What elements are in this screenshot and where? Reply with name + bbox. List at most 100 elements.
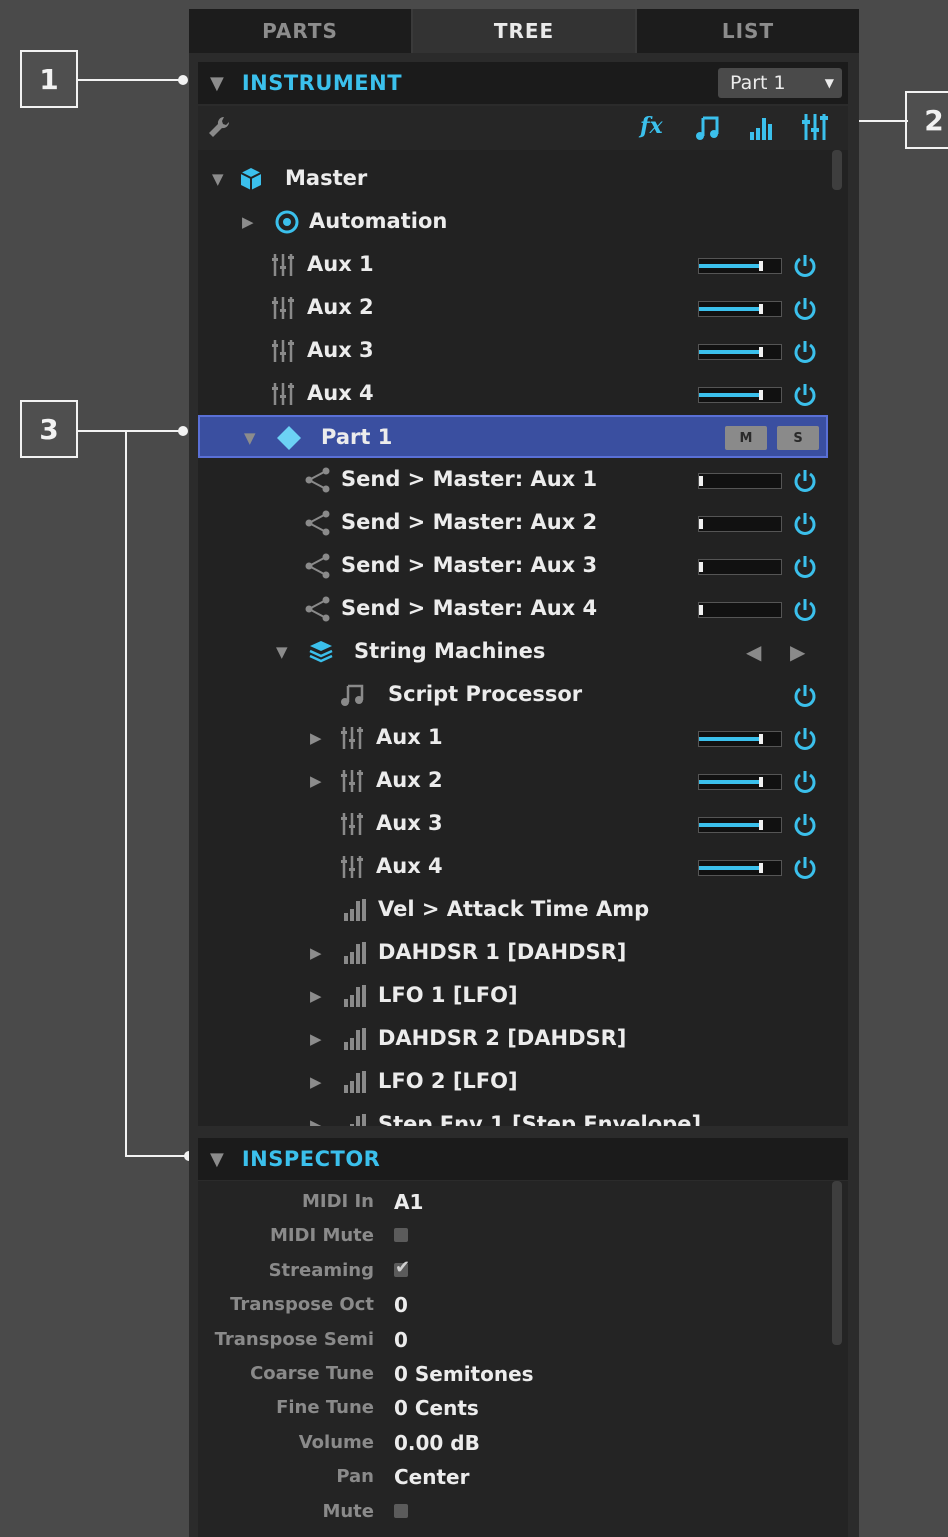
expand-right-icon[interactable]: ▶ <box>310 772 322 790</box>
tree-row-send-1[interactable]: Send > Master: Aux 1 <box>198 459 826 502</box>
expand-down-icon[interactable]: ▼ <box>244 429 256 447</box>
inspector-scrollbar[interactable] <box>832 1181 842 1345</box>
level-slider[interactable] <box>698 258 782 274</box>
tree-row-modulator-3[interactable]: ▶ LFO 1 [LFO] <box>198 975 826 1018</box>
transpose-semi-value[interactable]: 0 <box>394 1328 408 1352</box>
music-note-icon[interactable] <box>695 114 721 142</box>
arrow-left-icon[interactable]: ◀ <box>746 640 761 664</box>
power-icon[interactable] <box>792 339 818 369</box>
level-slider[interactable] <box>698 817 782 833</box>
slider-knob[interactable] <box>758 261 763 271</box>
level-slider[interactable] <box>698 301 782 317</box>
mixer-icon <box>270 381 296 411</box>
tree-row-send-3[interactable]: Send > Master: Aux 3 <box>198 545 826 588</box>
power-icon[interactable] <box>792 812 818 842</box>
slider-knob[interactable] <box>758 347 763 357</box>
level-slider[interactable] <box>698 774 782 790</box>
power-icon[interactable] <box>792 253 818 283</box>
tab-tree[interactable]: TREE <box>413 9 637 53</box>
slider-knob[interactable] <box>699 519 703 529</box>
expand-right-icon[interactable]: ▶ <box>310 1030 322 1048</box>
slider-knob[interactable] <box>699 605 703 615</box>
tree-row-master-aux-2[interactable]: Aux 2 <box>198 287 826 330</box>
power-icon[interactable] <box>792 726 818 756</box>
tree-row-modulator-1[interactable]: Vel > Attack Time Amp <box>198 889 826 932</box>
expand-right-icon[interactable]: ▶ <box>310 729 322 747</box>
tree-row-part-1[interactable]: ▼ Part 1 MS <box>198 415 828 458</box>
slider-knob[interactable] <box>758 390 763 400</box>
power-icon[interactable] <box>792 468 818 498</box>
level-slider[interactable] <box>698 516 782 532</box>
slider-knob[interactable] <box>699 476 703 486</box>
level-slider[interactable] <box>698 602 782 618</box>
slider-knob[interactable] <box>758 820 763 830</box>
level-slider[interactable] <box>698 344 782 360</box>
tree-row-modulator-4[interactable]: ▶ DAHDSR 2 [DAHDSR] <box>198 1018 826 1061</box>
mixer-sliders-icon[interactable] <box>801 112 829 142</box>
tab-parts[interactable]: PARTS <box>189 9 413 53</box>
midi-in-value[interactable]: A1 <box>394 1190 423 1214</box>
expand-right-icon[interactable]: ▶ <box>310 987 322 1005</box>
slider-knob[interactable] <box>758 304 763 314</box>
wrench-icon[interactable] <box>206 114 232 140</box>
tree-row-send-2[interactable]: Send > Master: Aux 2 <box>198 502 826 545</box>
streaming-checkbox[interactable]: ✔ <box>394 1257 410 1278</box>
level-slider[interactable] <box>698 387 782 403</box>
tree-row-modulator-6[interactable]: ▶ Step Env 1 [Step Envelope] <box>198 1104 826 1126</box>
pan-value[interactable]: Center <box>394 1465 469 1489</box>
arrow-right-icon[interactable]: ▶ <box>790 640 805 664</box>
tree-row-sm-aux-3[interactable]: Aux 3 <box>198 803 826 846</box>
bar-meter-icon[interactable] <box>748 114 776 142</box>
tree-row-modulator-5[interactable]: ▶ LFO 2 [LFO] <box>198 1061 826 1104</box>
expand-right-icon[interactable]: ▶ <box>310 944 322 962</box>
tree-row-master-aux-3[interactable]: Aux 3 <box>198 330 826 373</box>
tree-view: ▼ Master ▶ Automation Aux 1 Aux 2 Aux 3 Aux 4 ▼ P… <box>198 150 848 1126</box>
level-slider[interactable] <box>698 731 782 747</box>
power-icon[interactable] <box>792 296 818 326</box>
power-icon[interactable] <box>792 769 818 799</box>
mute-button[interactable]: M <box>725 426 767 450</box>
coarse-tune-value[interactable]: 0 Semitones <box>394 1362 534 1386</box>
tree-scrollbar[interactable] <box>832 150 842 190</box>
mute-checkbox[interactable] <box>394 1504 408 1518</box>
collapse-triangle-icon[interactable]: ▼ <box>210 73 224 94</box>
expand-right-icon[interactable]: ▶ <box>310 1073 322 1091</box>
level-slider[interactable] <box>698 860 782 876</box>
power-icon[interactable] <box>792 554 818 584</box>
fine-tune-value[interactable]: 0 Cents <box>394 1396 479 1420</box>
expand-right-icon[interactable]: ▶ <box>242 213 254 231</box>
midi-mute-checkbox[interactable] <box>394 1228 408 1242</box>
transpose-oct-value[interactable]: 0 <box>394 1293 408 1317</box>
power-icon[interactable] <box>792 511 818 541</box>
power-icon[interactable] <box>792 382 818 412</box>
level-slider[interactable] <box>698 473 782 489</box>
tree-row-automation[interactable]: ▶ Automation <box>198 201 826 244</box>
power-icon[interactable] <box>792 683 818 713</box>
fx-icon[interactable]: fx <box>640 113 663 139</box>
volume-value[interactable]: 0.00 dB <box>394 1431 480 1455</box>
power-icon[interactable] <box>792 597 818 627</box>
slider-knob[interactable] <box>699 562 703 572</box>
tree-row-master-aux-4[interactable]: Aux 4 <box>198 373 826 416</box>
slider-knob[interactable] <box>758 777 763 787</box>
tree-row-master[interactable]: ▼ Master <box>198 158 826 201</box>
part-selector[interactable]: Part 1 ▼ <box>718 68 842 98</box>
collapse-triangle-icon[interactable]: ▼ <box>210 1149 224 1170</box>
level-slider[interactable] <box>698 559 782 575</box>
tree-row-string-machines[interactable]: ▼ String Machines ◀ ▶ <box>198 631 826 674</box>
tab-list[interactable]: LIST <box>637 9 859 53</box>
expand-down-icon[interactable]: ▼ <box>212 170 224 188</box>
expand-down-icon[interactable]: ▼ <box>276 643 288 661</box>
tree-row-send-4[interactable]: Send > Master: Aux 4 <box>198 588 826 631</box>
power-icon[interactable] <box>792 855 818 885</box>
tree-row-sm-aux-1[interactable]: ▶ Aux 1 <box>198 717 826 760</box>
solo-button[interactable]: S <box>777 426 819 450</box>
expand-right-icon[interactable]: ▶ <box>310 1116 322 1126</box>
tree-row-master-aux-1[interactable]: Aux 1 <box>198 244 826 287</box>
tree-row-script-processor[interactable]: Script Processor <box>198 674 826 717</box>
slider-knob[interactable] <box>758 734 763 744</box>
tree-row-modulator-2[interactable]: ▶ DAHDSR 1 [DAHDSR] <box>198 932 826 975</box>
tree-row-sm-aux-2[interactable]: ▶ Aux 2 <box>198 760 826 803</box>
tree-row-sm-aux-4[interactable]: Aux 4 <box>198 846 826 889</box>
slider-knob[interactable] <box>758 863 763 873</box>
